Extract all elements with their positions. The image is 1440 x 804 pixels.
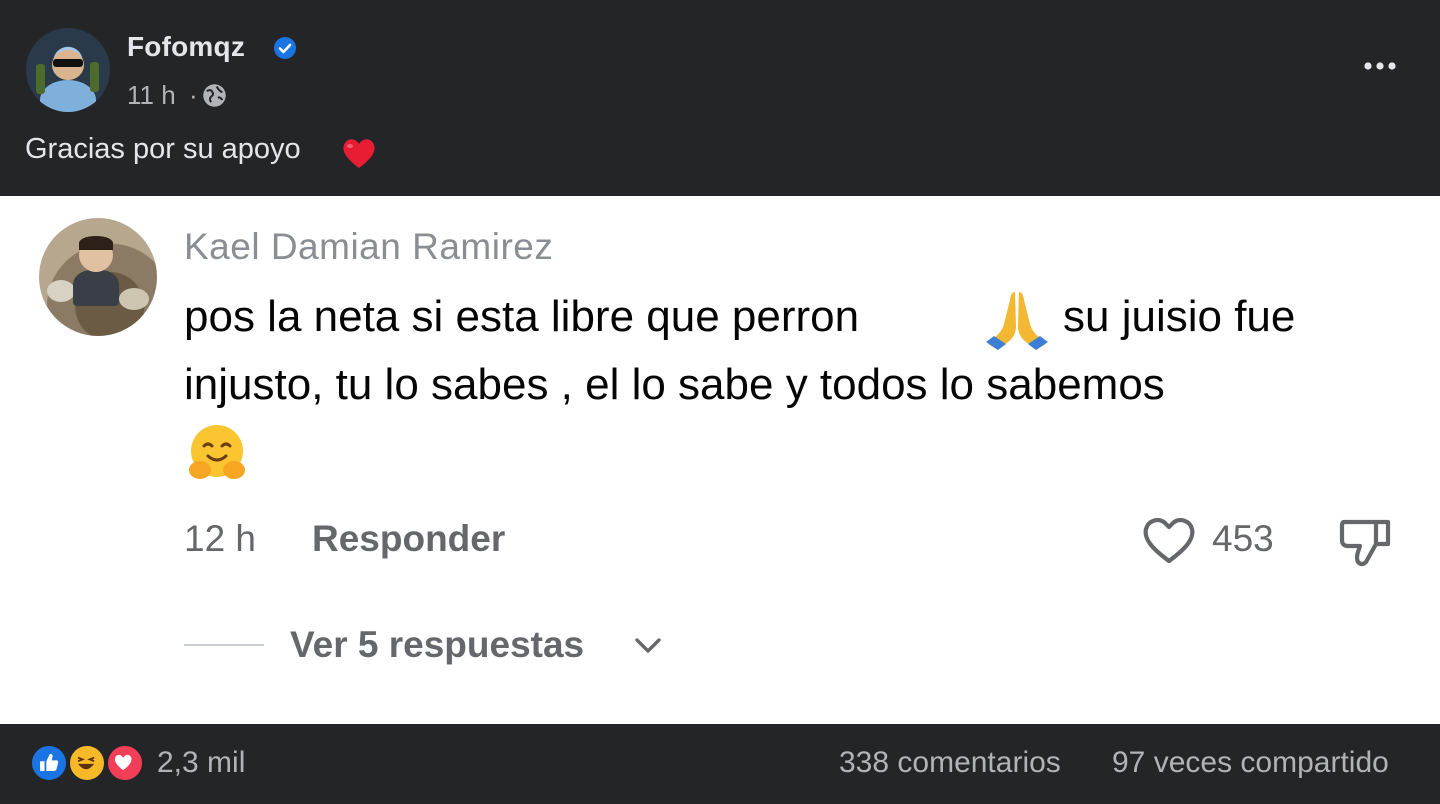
avatar-glasses [53,59,83,67]
post-separator: · [189,80,198,110]
thumbs-up-icon [40,753,59,772]
comment-text-line: su juisio fue [1063,292,1296,341]
heart-icon [114,754,132,771]
avatar-shirt [73,270,119,306]
author-avatar[interactable] [26,28,110,112]
comment-text-line: injusto, tu lo sabes , el lo sabe y todo… [184,360,1165,409]
post-time[interactable]: 11 h [127,80,176,111]
comment-screenshot: Kael Damian Ramirez pos la neta si esta … [0,196,1440,724]
chevron-down-icon[interactable] [633,634,663,656]
haha-reaction-icon[interactable] [68,744,106,782]
avatar-bottle-right [90,62,99,92]
comment-time: 12 h [184,518,257,559]
folded-hands-emoji [986,292,1048,350]
verified-badge-icon [274,37,296,59]
hugging-face-emoji [189,425,245,479]
comment-text-line: pos la neta si esta libre que perron [184,292,860,341]
shares-count[interactable]: 97 veces compartido [1112,746,1389,780]
dislike-icon[interactable] [1336,512,1394,570]
avatar-bottle-left [36,64,45,94]
avatar-body [40,80,96,112]
like-reaction-icon[interactable] [30,744,68,782]
heart-outline-icon[interactable] [1140,514,1198,566]
view-replies-button[interactable]: Ver 5 respuestas [290,624,584,666]
replies-divider [184,644,264,646]
reply-button[interactable]: Responder [312,518,505,560]
red-heart-emoji [343,139,375,168]
globe-icon [203,84,226,107]
avatar-plate [47,280,75,302]
reaction-count[interactable]: 2,3 mil [157,746,245,780]
reaction-bar: 2,3 mil 338 comentarios 97 veces compart… [0,724,1440,804]
post-text: Gracias por su apoyo [25,133,301,165]
avatar-plate [119,288,149,310]
avatar-hair [79,236,113,250]
post-header: Fofomqz 11 h · Gracias por su apoyo [0,0,1440,196]
laughing-face-icon [77,756,95,770]
commenter-avatar[interactable] [39,218,157,336]
author-name[interactable]: Fofomqz [127,31,245,63]
comments-count[interactable]: 338 comentarios [839,746,1061,780]
like-count: 453 [1212,518,1274,559]
more-options-icon[interactable] [1362,58,1398,74]
love-reaction-icon[interactable] [106,744,144,782]
commenter-name[interactable]: Kael Damian Ramirez [184,226,553,268]
